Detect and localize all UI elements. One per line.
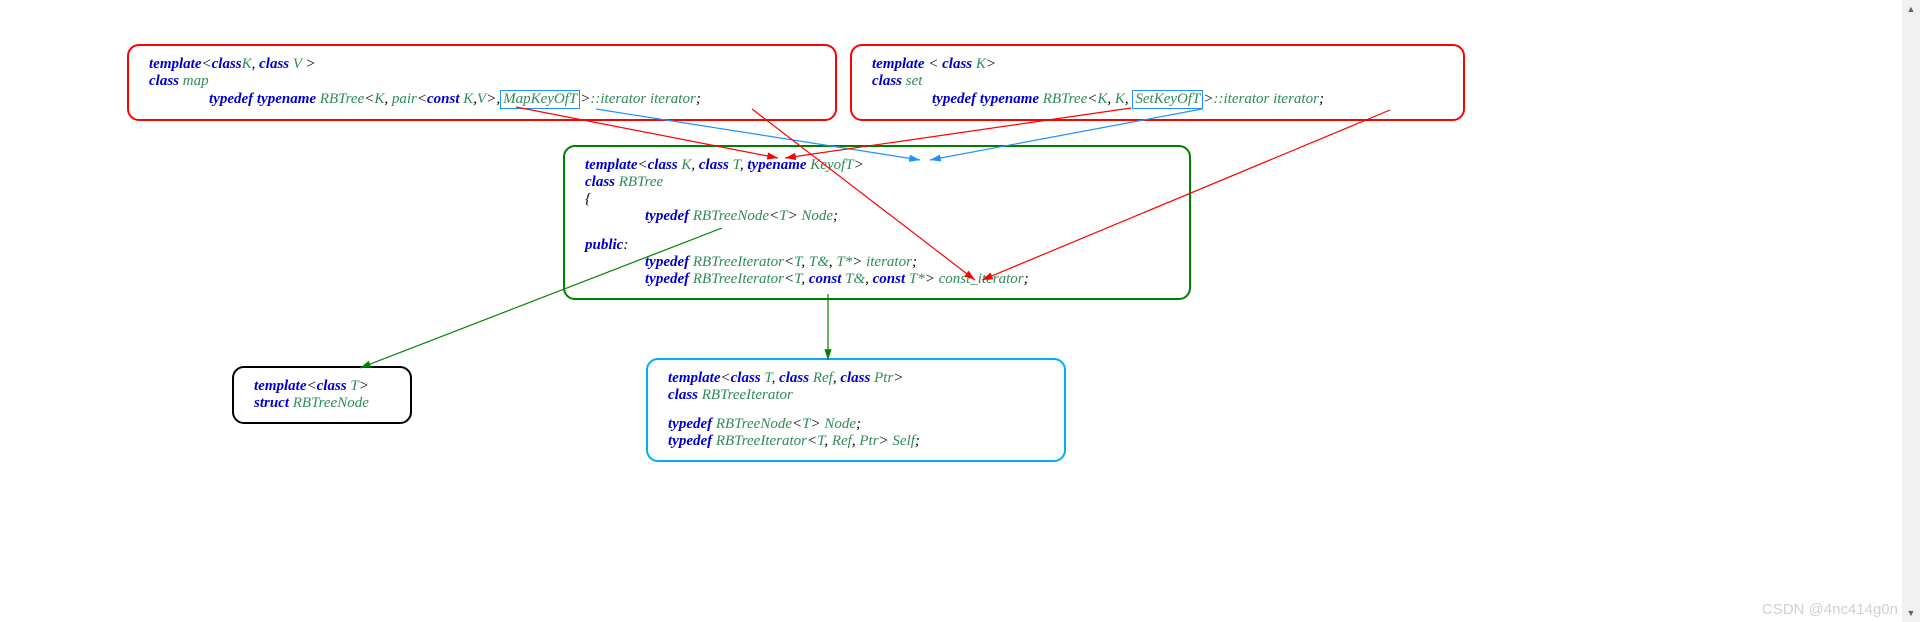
iter-l1: template<class T, class Ref, class Ptr> [668,370,1044,387]
rbtree-l7: typedef RBTreeIterator<T, const T&, cons… [585,271,1169,288]
node-l2: struct RBTreeNode [254,395,390,412]
scroll-down-icon[interactable]: ▼ [1902,604,1920,622]
set-l2: class set [872,73,1443,90]
rbtree-l1: template<class K, class T, typename Keyo… [585,157,1169,174]
rbtree-l4: typedef RBTreeNode<T> Node; [585,208,1169,225]
map-l2: class map [149,73,815,90]
set-l1: template < class K> [872,56,1443,73]
scrollbar[interactable]: ▲ ▼ [1902,0,1920,622]
map-l1: template<classK, class V > [149,56,815,73]
setkeyoft-highlight: SetKeyOfT [1132,90,1203,109]
node-l1: template<class T> [254,378,390,395]
mapkeyoft-highlight: MapKeyOfT [500,90,580,109]
iter-l4: typedef RBTreeIterator<T, Ref, Ptr> Self… [668,433,1044,450]
watermark: CSDN @4nc414g0n [1762,601,1898,618]
set-box: template < class K> class set typedef ty… [850,44,1465,121]
iter-l3: typedef RBTreeNode<T> Node; [668,416,1044,433]
map-l3: typedef typename RBTree<K, pair<const K,… [149,90,815,109]
rbtree-box: template<class K, class T, typename Keyo… [563,145,1191,300]
rbtreenode-box: template<class T> struct RBTreeNode [232,366,412,424]
rbtree-l3: { [585,191,1169,208]
rbtree-l2: class RBTree [585,174,1169,191]
scroll-track[interactable] [1902,18,1920,604]
scroll-up-icon[interactable]: ▲ [1902,0,1920,18]
set-l3: typedef typename RBTree<K, K, SetKeyOfT>… [872,90,1443,109]
rbtree-l5: public: [585,237,1169,254]
map-box: template<classK, class V > class map typ… [127,44,837,121]
rbtreeiterator-box: template<class T, class Ref, class Ptr> … [646,358,1066,462]
iter-l2: class RBTreeIterator [668,387,1044,404]
rbtree-l6: typedef RBTreeIterator<T, T&, T*> iterat… [585,254,1169,271]
